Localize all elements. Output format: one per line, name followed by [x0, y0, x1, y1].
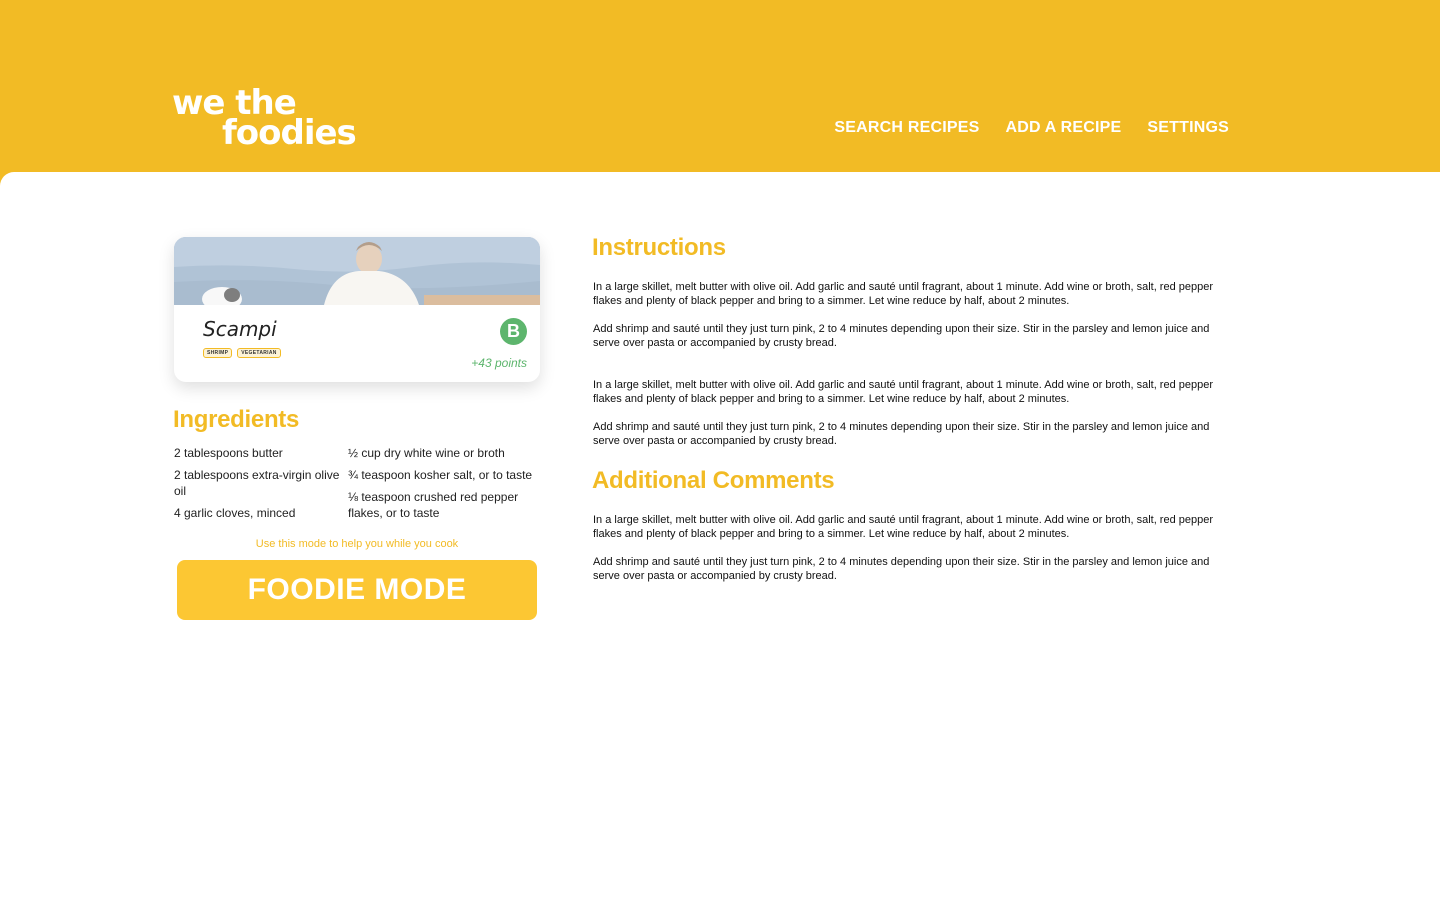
- main-content: Scampi SHRIMP VEGETARIAN B +43 points In…: [0, 172, 1440, 900]
- ingredients-column-2: ½ cup dry white wine or broth ¾ teaspoon…: [348, 445, 540, 527]
- nav-search-recipes[interactable]: SEARCH RECIPES: [834, 119, 979, 137]
- ingredient-item: 4 garlic cloves, minced: [174, 506, 296, 520]
- main-nav: SEARCH RECIPES ADD A RECIPE SETTINGS: [834, 119, 1229, 137]
- top-header: we the foodies SEARCH RECIPES ADD A RECI…: [0, 0, 1440, 180]
- recipe-photo-illustration: [174, 237, 540, 305]
- instructions-heading: Instructions: [592, 234, 726, 261]
- comment-paragraph: Add shrimp and sauté until they just tur…: [593, 556, 1210, 582]
- tag-vegetarian[interactable]: VEGETARIAN: [237, 348, 281, 358]
- foodie-mode-hint: Use this mode to help you while you cook: [255, 538, 459, 550]
- tag-shrimp[interactable]: SHRIMP: [203, 348, 233, 358]
- ingredients-heading: Ingredients: [173, 406, 300, 433]
- ingredients-list: 2 tablespoons butter 2 tablespoons extra…: [174, 445, 540, 527]
- instruction-paragraph: Add shrimp and sauté until they just tur…: [593, 421, 1210, 447]
- nav-settings[interactable]: SETTINGS: [1147, 119, 1229, 137]
- ingredient-item: ½ cup dry white wine or broth: [348, 446, 505, 460]
- recipe-card[interactable]: Scampi SHRIMP VEGETARIAN B +43 points: [174, 237, 540, 382]
- instruction-paragraph: In a large skillet, melt butter with oli…: [593, 281, 1214, 307]
- ingredient-item: 2 tablespoons butter: [174, 446, 283, 460]
- points-label: +43 points: [471, 356, 527, 370]
- brand-logo[interactable]: we the foodies: [172, 86, 357, 150]
- recipe-image: [174, 237, 540, 305]
- instruction-paragraph: Add shrimp and sauté until they just tur…: [593, 323, 1210, 349]
- additional-comments-heading: Additional Comments: [592, 467, 835, 494]
- foodie-mode-button[interactable]: FOODIE MODE: [177, 560, 537, 620]
- recipe-title: Scampi: [203, 317, 277, 341]
- ingredient-item: ¾ teaspoon kosher salt, or to taste: [348, 468, 533, 482]
- instruction-paragraph: In a large skillet, melt butter with oli…: [593, 379, 1214, 405]
- nav-add-recipe[interactable]: ADD A RECIPE: [1005, 119, 1121, 137]
- ingredients-column-1: 2 tablespoons butter 2 tablespoons extra…: [174, 445, 348, 527]
- comment-paragraph: In a large skillet, melt butter with oli…: [593, 514, 1214, 540]
- grade-badge: B: [500, 318, 527, 345]
- recipe-tags: SHRIMP VEGETARIAN: [203, 348, 281, 358]
- ingredient-item: 2 tablespoons extra-virgin olive oil: [174, 468, 340, 498]
- ingredient-item: ⅛ teaspoon crushed red pepper flakes, or…: [348, 490, 519, 520]
